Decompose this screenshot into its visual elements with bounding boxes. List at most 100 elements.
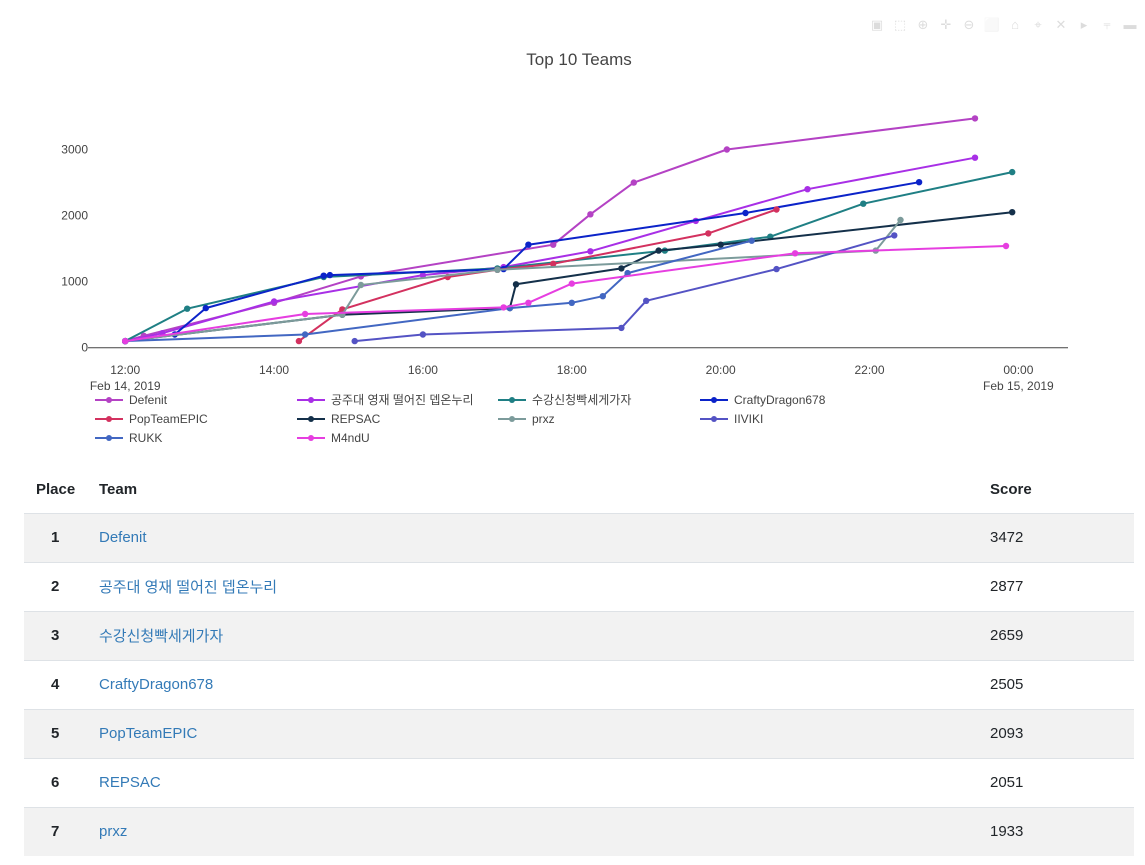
data-point bbox=[742, 209, 749, 217]
legend-swatch-dot bbox=[106, 435, 112, 441]
data-point bbox=[202, 304, 209, 312]
x-tick-sublabel: Feb 14, 2019 bbox=[90, 379, 161, 393]
table-row: 6 REPSAC 2051 bbox=[24, 757, 1134, 807]
legend-item[interactable]: prxz bbox=[498, 412, 555, 426]
data-point bbox=[512, 281, 520, 288]
data-point bbox=[891, 232, 898, 239]
team-link[interactable]: PopTeamEPIC bbox=[99, 725, 197, 742]
legend-swatch-dot bbox=[711, 397, 717, 403]
legend-swatch-dot bbox=[711, 416, 717, 422]
data-point bbox=[587, 248, 594, 255]
team-link[interactable]: prxz bbox=[99, 823, 127, 840]
series-2 bbox=[122, 154, 979, 345]
data-point bbox=[419, 331, 427, 338]
place-header: Place bbox=[36, 481, 76, 499]
x-tick-label: 12:00 bbox=[110, 363, 140, 377]
team-cell: CraftyDragon678 bbox=[99, 659, 990, 709]
legend-label: RUKK bbox=[129, 431, 162, 445]
data-point bbox=[568, 299, 575, 306]
data-point bbox=[791, 250, 799, 257]
data-point bbox=[184, 305, 191, 312]
score-cell: 2505 bbox=[990, 659, 1134, 709]
data-point bbox=[301, 331, 309, 338]
x-tick-label: 22:00 bbox=[855, 363, 885, 377]
data-point bbox=[550, 241, 557, 248]
score-chart-svg: Top 10 Teams 12:00 Feb 14, 2019 14:00 16:00 1… bbox=[61, 50, 1068, 445]
legend-item[interactable]: RUKK bbox=[95, 431, 162, 445]
score-cell: 3472 bbox=[990, 512, 1134, 562]
legend-swatch-dot bbox=[106, 416, 112, 422]
team-cell: 수강신청빡세게가자 bbox=[99, 610, 990, 660]
legend-swatch-dot bbox=[308, 416, 314, 422]
score-cell: 2659 bbox=[990, 610, 1134, 660]
legend-label: Defenit bbox=[129, 393, 168, 407]
data-point bbox=[717, 241, 724, 248]
data-point bbox=[568, 280, 575, 287]
team-link[interactable]: REPSAC bbox=[99, 774, 161, 791]
score-cell: 2093 bbox=[990, 708, 1134, 758]
chart-title: Top 10 Teams bbox=[526, 50, 632, 69]
data-point bbox=[723, 146, 731, 153]
team-link[interactable]: CraftyDragon678 bbox=[99, 676, 213, 693]
legend-item[interactable]: IIVIKI bbox=[700, 412, 763, 426]
score-cell: 2051 bbox=[990, 757, 1134, 807]
data-point bbox=[500, 304, 507, 311]
team-link[interactable]: 공주대 영재 떨어진 뎁온누리 bbox=[99, 579, 277, 596]
team-link[interactable]: 수강신청빡세게가자 bbox=[99, 628, 223, 645]
data-point bbox=[804, 186, 811, 193]
legend-swatch-dot bbox=[509, 416, 515, 422]
legend-item[interactable]: PopTeamEPIC bbox=[95, 412, 208, 426]
data-point bbox=[587, 211, 594, 218]
data-point bbox=[748, 237, 755, 244]
data-point bbox=[494, 266, 501, 273]
legend-label: IIVIKI bbox=[734, 412, 763, 426]
data-point bbox=[122, 337, 129, 345]
data-point bbox=[1002, 242, 1010, 250]
data-point bbox=[630, 179, 637, 186]
data-point bbox=[971, 154, 979, 161]
chart-legend: Defenit 공주대 영재 떨어진 뎁온누리 수강신청빡세게가자 CraftyDra… bbox=[95, 393, 826, 445]
data-point bbox=[618, 265, 625, 272]
legend-label: 수강신청빡세게가자 bbox=[532, 393, 631, 407]
legend-label: PopTeamEPIC bbox=[129, 412, 208, 426]
data-point bbox=[655, 247, 662, 254]
data-point bbox=[357, 281, 365, 289]
data-point bbox=[351, 337, 358, 345]
place-cell: 4 bbox=[24, 659, 99, 709]
data-point bbox=[525, 299, 532, 306]
team-link[interactable]: Defenit bbox=[99, 529, 147, 546]
x-tick-label: 00:00 bbox=[1003, 363, 1033, 377]
legend-swatch-dot bbox=[509, 397, 515, 403]
data-point bbox=[618, 324, 625, 332]
legend-item[interactable]: 수강신청빡세게가자 bbox=[498, 393, 631, 407]
y-tick-label: 1000 bbox=[61, 275, 88, 289]
legend-label: 공주대 영재 떨어진 뎁온누리 bbox=[331, 393, 473, 407]
series-line bbox=[124, 171, 1013, 342]
legend-item[interactable]: Defenit bbox=[95, 393, 168, 407]
data-point bbox=[1009, 168, 1016, 176]
scoreboard-table: Place Team Score 1 Defenit 3472 2 공주대 영재… bbox=[24, 467, 1134, 856]
table-row: 4 CraftyDragon678 2505 bbox=[24, 659, 1134, 709]
scoreboard-header-row: Place Team Score bbox=[24, 467, 1134, 513]
score-cell: 2877 bbox=[990, 561, 1134, 611]
score-chart: Top 10 Teams 12:00 Feb 14, 2019 14:00 16:00 1… bbox=[0, 0, 1145, 455]
team-cell: REPSAC bbox=[99, 757, 990, 807]
place-cell: 6 bbox=[24, 757, 99, 807]
place-cell: 3 bbox=[24, 610, 99, 660]
data-point bbox=[705, 230, 712, 237]
legend-item[interactable]: REPSAC bbox=[297, 412, 381, 426]
table-row: 3 수강신청빡세게가자 2659 bbox=[24, 610, 1134, 660]
legend-item[interactable]: 공주대 영재 떨어진 뎁온누리 bbox=[297, 393, 473, 407]
series-line bbox=[354, 234, 895, 343]
legend-label: CraftyDragon678 bbox=[734, 393, 826, 407]
series-7 bbox=[122, 216, 904, 345]
team-header: Team bbox=[99, 481, 138, 499]
legend-item[interactable]: CraftyDragon678 bbox=[700, 393, 826, 407]
data-point bbox=[320, 272, 327, 279]
legend-item[interactable]: M4ndU bbox=[297, 431, 370, 445]
data-point bbox=[915, 179, 923, 186]
data-point bbox=[773, 265, 780, 273]
place-cell: 1 bbox=[24, 512, 99, 562]
x-tick-sublabel: Feb 15, 2019 bbox=[983, 379, 1054, 393]
legend-label: REPSAC bbox=[331, 412, 381, 426]
